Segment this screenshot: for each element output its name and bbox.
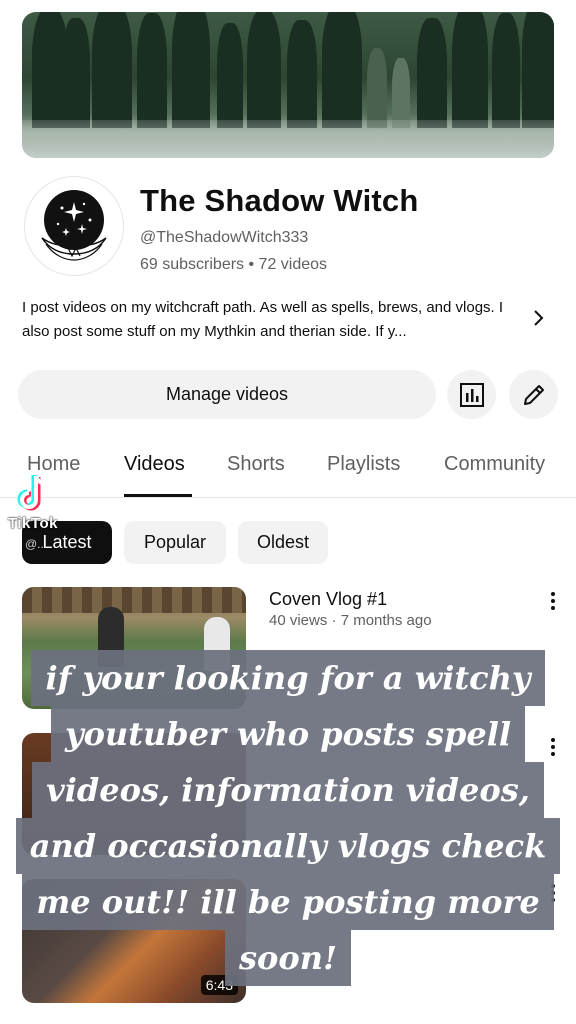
filter-chip-oldest[interactable]: Oldest <box>238 521 328 564</box>
tab-videos[interactable]: Videos <box>124 453 185 476</box>
pencil-icon <box>523 384 544 405</box>
video-title[interactable]: Coven Vlog #1 <box>269 589 387 610</box>
edit-channel-button[interactable] <box>509 370 558 419</box>
channel-banner <box>22 12 554 158</box>
tiktok-logo-icon <box>17 475 48 511</box>
channel-stats: 69 subscribers • 72 videos <box>140 256 328 273</box>
analytics-icon <box>459 382 484 407</box>
channel-tabs: Home Videos Shorts Playlists Community <box>0 440 576 498</box>
channel-avatar[interactable] <box>24 176 124 276</box>
caption-line: if your looking for a witchy <box>31 650 545 706</box>
tiktok-watermark-text: TikTok <box>8 515 58 532</box>
channel-description[interactable]: I post videos on my witchcraft path. As … <box>22 296 522 344</box>
video-meta: 40 views · 7 months ago <box>269 612 432 629</box>
tab-playlists[interactable]: Playlists <box>327 453 400 476</box>
caption-overlay: if your looking for a witchy youtuber wh… <box>0 650 576 986</box>
tiktok-watermark-user: @... <box>25 537 48 551</box>
active-tab-indicator <box>124 494 192 497</box>
caption-line: and occasionally vlogs check <box>15 818 561 874</box>
tab-shorts[interactable]: Shorts <box>227 453 285 476</box>
channel-handle: @TheShadowWitch333 <box>140 229 309 246</box>
more-options-icon[interactable] <box>546 590 560 612</box>
caption-line: videos, information videos, <box>32 762 544 818</box>
manage-videos-button[interactable]: Manage videos <box>18 370 436 419</box>
tab-community[interactable]: Community <box>444 453 545 476</box>
caption-line: soon! <box>224 930 351 986</box>
analytics-button[interactable] <box>447 370 496 419</box>
caption-line: me out!! ill be posting more <box>22 874 554 930</box>
chevron-right-icon[interactable] <box>526 306 550 330</box>
caption-line: youtuber who posts spell <box>50 706 525 762</box>
moon-hands-logo-icon <box>41 190 107 261</box>
channel-name: The Shadow Witch <box>140 183 419 218</box>
filter-chip-popular[interactable]: Popular <box>124 521 226 564</box>
